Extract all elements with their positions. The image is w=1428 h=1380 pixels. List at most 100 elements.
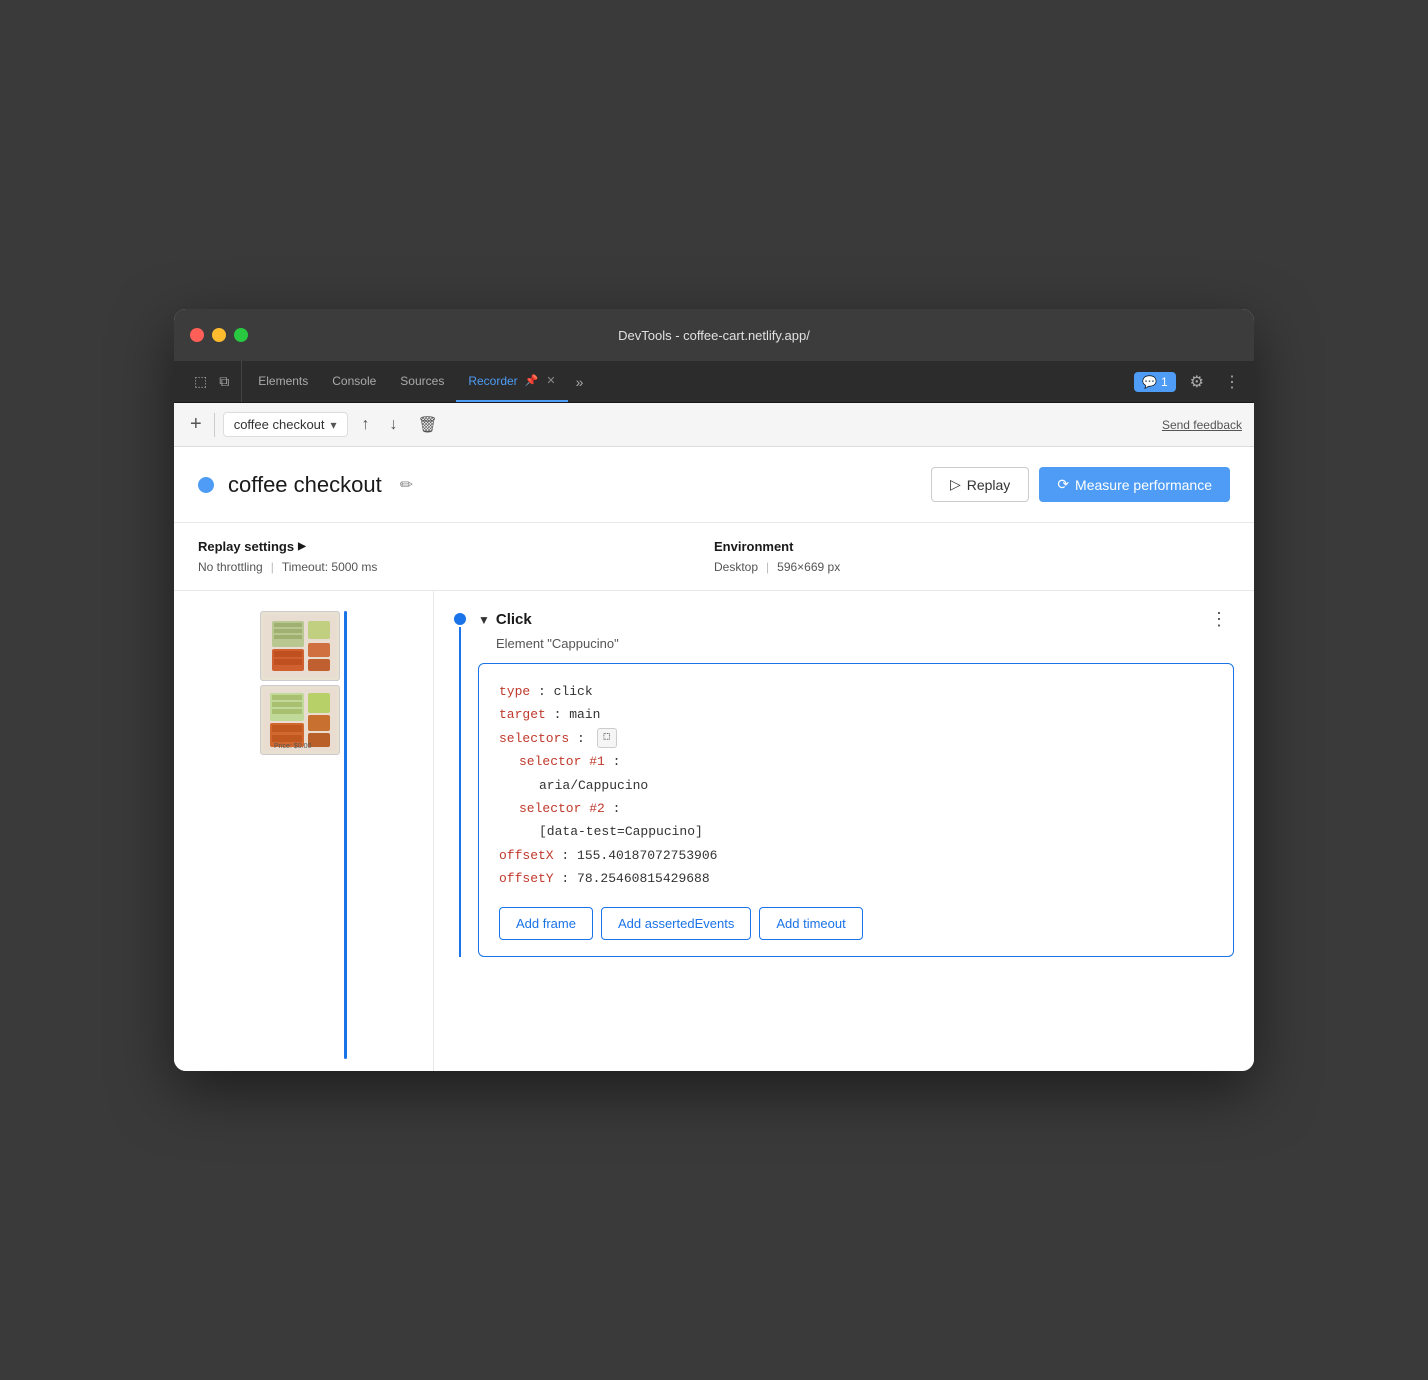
delete-button[interactable]: 🗑 [412,411,444,439]
code-selector2-colon: : [613,801,621,816]
export-button[interactable]: ↑ [356,412,376,438]
code-target-line: target : main [499,703,1213,726]
code-selector2-key: selector #2 [519,801,605,816]
code-type-separator: : [538,684,554,699]
recording-title: coffee checkout [228,472,382,498]
code-selectors-colon: : [577,731,593,746]
step-panel: ▼ Click ⋮ Element "Cappucino" type : cli… [434,591,1254,1071]
tab-recorder[interactable]: Recorder 📌 ✕ [456,361,567,402]
step-collapse-icon[interactable]: ▼ [478,613,490,627]
code-offsetX-value: 155.40187072753906 [577,848,717,863]
step-dot [454,613,466,625]
tab-sources[interactable]: Sources [388,361,456,402]
add-recording-button[interactable]: + [186,413,206,436]
feedback-badge[interactable]: 💬 1 [1134,372,1176,392]
settings-icon[interactable]: ⚙ [1184,368,1210,396]
environment-values: Desktop | 596×669 px [714,560,840,574]
timeline-line [344,611,347,1059]
traffic-lights [190,328,248,342]
thumbnail-panel: Price: $0.00 [174,591,434,1071]
recording-selector[interactable]: coffee checkout ▾ [223,412,348,437]
replay-button[interactable]: ▷ Replay [931,467,1029,502]
code-offsetX-separator: : [561,848,577,863]
edit-title-icon[interactable]: ✏ [400,475,413,495]
recorder-close-icon[interactable]: ✕ [546,374,555,387]
chevron-down-icon: ▾ [331,418,337,432]
pointer-icon[interactable]: ⬚ [190,369,211,394]
code-offsetY-value: 78.25460815429688 [577,871,710,886]
measure-performance-button[interactable]: ⟳ Measure performance [1039,467,1230,502]
add-asserted-events-button[interactable]: Add assertedEvents [601,907,751,940]
close-button[interactable] [190,328,204,342]
step-line [459,627,461,957]
tabbar: ⬚ ⧉ Elements Console Sources Recorder 📌 … [174,361,1254,403]
more-tabs-icon: » [576,374,584,390]
code-offsetY-key: offsetY [499,871,554,886]
code-offsetX-line: offsetX : 155.40187072753906 [499,844,1213,867]
settings-row: Replay settings ▶ No throttling | Timeou… [174,523,1254,591]
code-target-key: target [499,707,546,722]
feedback-count: 1 [1161,375,1168,389]
titlebar: DevTools - coffee-cart.netlify.app/ [174,309,1254,361]
recording-name: coffee checkout [234,417,325,432]
code-offsetY-separator: : [561,871,577,886]
inspect-icon[interactable]: ⧉ [215,369,233,394]
tab-console[interactable]: Console [320,361,388,402]
recording-header: coffee checkout ✏ ▷ Replay ⟳ Measure per… [174,447,1254,523]
code-selector1-key: selector #1 [519,754,605,769]
thumbnail-2: Price: $0.00 [260,685,340,755]
code-type-value: click [554,684,593,699]
replay-settings-values: No throttling | Timeout: 5000 ms [198,560,714,574]
throttling-value: No throttling [198,560,263,574]
code-block: type : click target : main selectors [478,663,1234,957]
code-target-separator: : [554,707,570,722]
code-selector2-line: selector #2 : [499,797,1213,820]
code-selector2-value-line: [data-test=Cappucino] [499,820,1213,843]
tabbar-right: 💬 1 ⚙ ⋮ [1134,361,1246,402]
measure-label: Measure performance [1075,477,1212,493]
step-content: ▼ Click ⋮ Element "Cappucino" type : cli… [478,607,1234,957]
replay-settings-section: Replay settings ▶ No throttling | Timeou… [198,539,714,574]
code-selectors-line: selectors : ⬚ [499,727,1213,750]
tab-elements-label: Elements [258,374,308,388]
more-options-icon[interactable]: ⋮ [1218,368,1246,396]
code-selectors-key: selectors [499,731,569,746]
environment-title: Environment [714,539,793,554]
code-offsetY-line: offsetY : 78.25460815429688 [499,867,1213,890]
devtools-window: DevTools - coffee-cart.netlify.app/ ⬚ ⧉ … [174,309,1254,1071]
more-tabs-button[interactable]: » [568,361,592,402]
settings-divider: | [271,560,274,574]
window-title: DevTools - coffee-cart.netlify.app/ [618,328,810,343]
tab-sources-label: Sources [400,374,444,388]
add-timeout-button[interactable]: Add timeout [759,907,862,940]
minimize-button[interactable] [212,328,226,342]
step-header: ▼ Click ⋮ [478,607,1234,632]
tab-recorder-label: Recorder [468,374,517,388]
add-frame-button[interactable]: Add frame [499,907,593,940]
resolution-label: 596×669 px [777,560,840,574]
toolbar-divider-1 [214,413,215,437]
code-selector2-value: [data-test=Cappucino] [539,824,703,839]
code-selector1-value: aria/Cappucino [539,778,648,793]
step-more-options[interactable]: ⋮ [1204,607,1234,632]
code-selector1-colon: : [613,754,621,769]
code-type-line: type : click [499,680,1213,703]
import-button[interactable]: ↓ [384,412,404,438]
maximize-button[interactable] [234,328,248,342]
replay-settings-expand-icon[interactable]: ▶ [298,541,306,552]
measure-icon: ⟳ [1057,476,1069,493]
code-selector1-line: selector #1 : [499,750,1213,773]
selector-picker-icon[interactable]: ⬚ [597,728,617,748]
main-content: coffee checkout ✏ ▷ Replay ⟳ Measure per… [174,447,1254,1071]
environment-section: Environment Desktop | 596×669 px [714,539,1230,574]
code-offsetX-key: offsetX [499,848,554,863]
feedback-icon: 💬 [1142,375,1157,389]
thumbnail-2-image: Price: $0.00 [264,689,336,751]
tab-console-label: Console [332,374,376,388]
send-feedback-link[interactable]: Send feedback [1162,418,1242,432]
tab-elements[interactable]: Elements [246,361,320,402]
recorder-pin-icon: 📌 [525,374,539,387]
action-buttons: Add frame Add assertedEvents Add timeout [499,907,1213,940]
replay-label: Replay [967,477,1011,493]
recording-status-dot [198,477,214,493]
